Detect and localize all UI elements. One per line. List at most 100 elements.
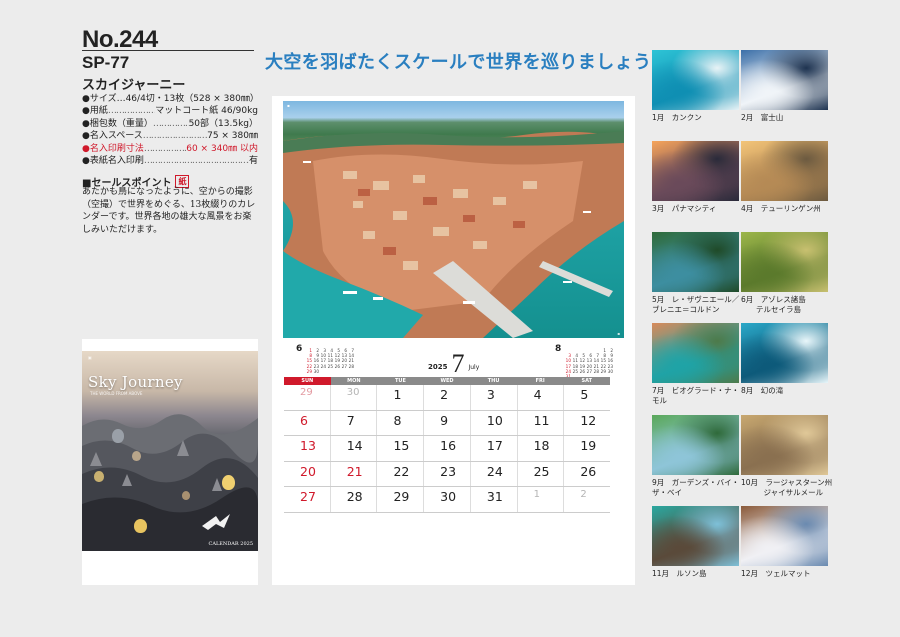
calendar-day: 13 [300,438,316,454]
calendar-month: 7 [451,349,465,378]
title-divider [82,50,254,51]
spec-leader [144,143,186,155]
calendar-day: 1 [376,385,423,410]
mini-month-number: 8 [555,344,562,354]
spec-row: ●名入印刷寸法 60 × 340㎜ 以内 [82,143,258,155]
month-thumbnail [741,415,828,475]
calendar-day: 4 [516,385,564,410]
calendar-day: 3 [469,385,517,410]
calendar-week-row: 6 7 8 9 10 11 12 [284,410,610,437]
spec-list: ●サイズ…46/4切・13枚（528 × 380㎜） ●用紙 マットコート紙 46/… [82,93,259,167]
balloon-icon [134,519,147,533]
balloon-icon [94,471,104,482]
month-thumbnail-label: 7月 ビオグラード・ナ・ モル [652,386,740,405]
month-thumbnail [741,50,828,110]
spec-key: ●サイズ…46/4切・13枚（528 × 380㎜） [82,94,259,104]
calendar-day: 30 [329,385,377,410]
spec-key: ●名入印刷寸法 [82,143,144,154]
month-thumbnail [741,323,828,383]
calendar-day: 16 [423,436,470,461]
month-thumbnail [741,232,828,292]
calendar-day: 26 [563,461,610,487]
spec-row: ●用紙 マットコート紙 46/90kg [82,105,258,117]
balloon-icon [182,491,190,500]
calendar-day: 24 [469,461,517,487]
spec-row: ●サイズ…46/4切・13枚（528 × 380㎜） [82,93,259,105]
spec-value: 有 [248,156,258,167]
month-thumbnail [652,141,739,201]
spec-key: ●梱包数（重量） [82,118,153,129]
calendar-day: 6 [300,412,308,428]
photo-caption: ▪ [287,103,290,108]
calendar-day: 11 [516,410,564,436]
spec-value: 75 × 380㎜ [207,131,258,142]
sales-point-text: あたかも鳥になったように、空からの撮影（空撮）で世界をめぐる、13枚綴りのカレン… [82,187,256,235]
calendar-week-row: 29 30 1 2 3 4 5 [284,385,610,411]
month-thumbnail-label: 5月 レ・ザヴニエール／ ブレニエ＝コルドン [652,295,740,314]
weekday-label: SUN [284,377,331,385]
calendar-year: 2025 [428,363,448,371]
calendar-day: 28 [329,487,377,512]
mini-day: 30 [313,368,319,374]
calendar-day: 29 [376,487,423,512]
spec-row: ●梱包数（重量） 50部（13.5kg） [82,118,258,130]
calendar-week-row: 20 21 22 23 24 25 26 [284,461,610,488]
cover-subtitle: THE WORLD FROM ABOVE [90,391,143,396]
calendar-week-row: 13 14 15 16 17 18 19 [284,436,610,462]
spec-key: ●表紙名入印刷 [82,156,144,167]
month-thumbnail [741,141,828,201]
month-thumbnail [652,50,739,110]
mini-day [347,369,354,374]
weekday-label: FRI [535,378,545,384]
calendar-day: 31 [469,487,517,512]
calendar-day: 10 [469,410,517,436]
calendar-day: 9 [423,410,470,436]
calendar-day: 7 [329,410,377,436]
cover-landscape [82,414,258,551]
spec-row: ●名入スペース 75 × 380㎜ [82,130,258,142]
month-photo: ▪ ▪ [283,101,624,338]
cover-title: Sky Journey [88,373,183,391]
product-code: SP-77 [82,53,130,72]
month-thumbnail-label: 1月 カンクン [652,113,702,122]
weekday-header: SUN MON TUE WED THU FRI SAT [284,377,610,385]
photo-credit: ▪ [617,331,620,336]
calendar-day: 15 [376,436,423,461]
weekday-label: WED [440,378,454,384]
month-thumbnail-label: 4月 テューリンゲン州 [741,204,821,213]
calendar-day: 19 [563,436,610,461]
calendar-day: 17 [469,436,517,461]
spec-leader [143,130,207,142]
town-aerial-illustration [283,131,624,338]
calendar-grid: SUN MON TUE WED THU FRI SAT 29 30 1 2 3 4 5 6 7 8 9 10 11 1… [284,377,610,513]
cover-footer: CALENDAR 2025 [208,541,253,547]
month-thumbnail-label: 8月 幻の滝 [741,386,784,395]
month-heading: 2025 7 July [428,351,479,377]
calendar-day: 25 [516,461,564,487]
calendar-day: 1 [516,487,564,512]
weekday-label: MON [347,378,361,384]
spec-value: マットコート紙 46/90kg [155,106,258,117]
month-thumbnail-label: 3月 パナマシティ [652,204,717,213]
month-thumbnail-label: 12月 ツェルマット [741,569,811,578]
balloon-icon [112,429,124,443]
calendar-day: 8 [376,410,423,436]
month-thumbnail [652,232,739,292]
month-thumbnail-label: 6月 アゾレス諸島 テルセイラ島 [741,295,806,314]
calendar-day: 27 [300,489,316,505]
calendar-day: 20 [300,463,316,479]
calendar-day: 29 [300,387,313,398]
balloon-icon [222,475,235,490]
mini-day: 29 [306,368,312,374]
month-thumbnail-label: 2月 富士山 [741,113,784,122]
calendar-day: 12 [563,410,610,436]
month-thumbnail-label: 11月 ルソン島 [652,569,707,578]
calendar-week-row: 27 28 29 30 31 1 2 [284,487,610,513]
headline: 大空を羽ばたくスケールで世界を巡りましょう [265,52,652,73]
spec-row: ●表紙名入印刷 有 [82,155,258,167]
balloon-icon [132,451,141,461]
calendar-day: 21 [329,461,377,487]
cover-top-text: ▣ [88,355,92,360]
month-thumbnail-label: 9月 ガーデンズ・バイ・ ザ・ベイ [652,478,740,497]
calendar-month-en: July [468,364,480,371]
